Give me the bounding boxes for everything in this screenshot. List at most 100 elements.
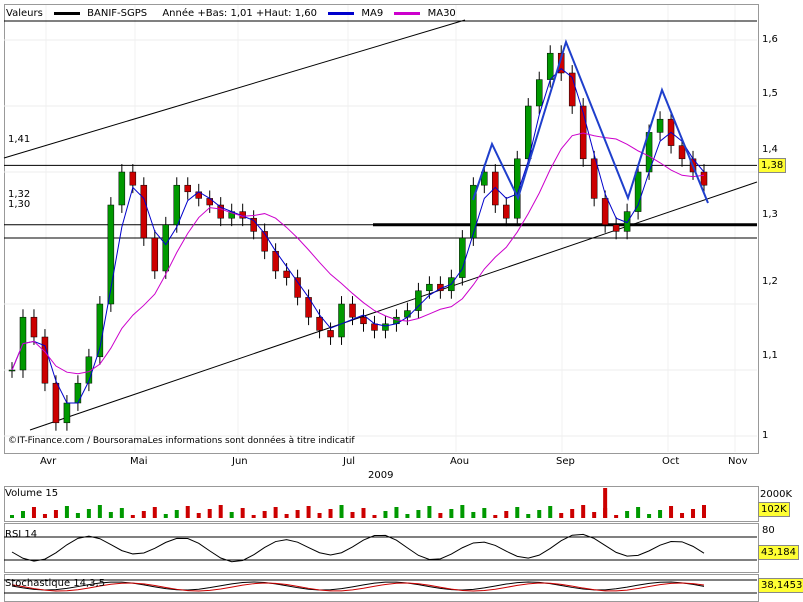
volume-bar — [262, 511, 267, 518]
watermark-text: ©IT-Finance.com / BoursoramaLes informat… — [8, 436, 355, 446]
volume-bar — [383, 511, 388, 518]
x-month-avr: Avr — [40, 456, 57, 467]
candle-body — [349, 303, 356, 318]
volume-tick-2000k: 2000K — [760, 489, 793, 500]
y-tick-1-3: 1,3 — [762, 209, 778, 220]
volume-bar — [273, 507, 278, 518]
candle-body — [41, 336, 49, 384]
legend-prefix: Valeurs — [6, 8, 43, 19]
candle-body — [700, 171, 708, 186]
volume-bar — [350, 512, 355, 518]
volume-bar — [691, 509, 696, 518]
candle-body — [52, 382, 60, 424]
volume-bar — [658, 510, 663, 518]
volume-bar — [152, 507, 157, 518]
candle-body — [30, 316, 38, 338]
volume-bar — [493, 515, 498, 518]
volume-bar — [163, 514, 168, 518]
volume-bar — [592, 512, 597, 518]
volume-bar — [42, 514, 47, 518]
volume-bar — [482, 508, 487, 518]
volume-bar — [669, 506, 674, 518]
volume-bar — [10, 515, 14, 518]
candle-body — [74, 382, 82, 404]
volume-bar — [20, 511, 25, 518]
candle-body — [8, 369, 16, 372]
volume-bar — [460, 505, 465, 518]
volume-bar — [317, 513, 322, 518]
volume-bar — [97, 505, 102, 518]
volume-bar — [603, 488, 608, 518]
x-year-label: 2009 — [368, 470, 394, 481]
candle-body — [184, 184, 191, 193]
volume-bar — [64, 506, 69, 518]
candle-body — [316, 316, 323, 331]
y-tick-1-5: 1,5 — [762, 88, 778, 99]
candle-body — [546, 52, 554, 80]
ma30-line — [11, 132, 705, 375]
rsi-last-badge: 43,184 — [758, 545, 799, 560]
volume-bar — [537, 510, 542, 518]
volume-last-badge: 102K — [758, 502, 790, 517]
chart-svg — [3, 5, 758, 594]
volume-bar — [174, 510, 179, 518]
legend-price-swatch — [53, 12, 80, 15]
volume-bar — [702, 505, 706, 518]
volume-bar — [438, 513, 443, 518]
volume-bar — [108, 512, 113, 518]
y-tick-1-4: 1,4 — [762, 144, 778, 155]
volume-bar — [295, 510, 300, 518]
volume-bar — [416, 510, 421, 518]
volume-bar — [570, 509, 575, 518]
legend-ma30: MA30 — [427, 8, 456, 19]
volume-bar — [119, 508, 124, 518]
volume-bar — [284, 514, 289, 518]
stochastic-label: Stochastique 14,3,5 — [5, 578, 106, 589]
volume-bar — [328, 509, 333, 518]
volume-bar — [548, 506, 553, 518]
volume-bar — [229, 512, 234, 518]
volume-bar — [405, 514, 410, 518]
volume-bar — [647, 514, 652, 518]
candle-body — [404, 310, 411, 318]
candle-body — [327, 330, 334, 338]
volume-bar — [504, 511, 509, 518]
candle-body — [151, 237, 159, 272]
candle-body — [426, 283, 433, 292]
candle-body — [206, 198, 213, 206]
volume-bar — [394, 507, 399, 518]
x-month-nov: Nov — [728, 456, 748, 467]
candle-body — [360, 316, 367, 325]
upper-channel-line — [3, 19, 466, 159]
y-tick-1-6: 1,6 — [762, 34, 778, 45]
volume-bar — [636, 507, 641, 518]
volume-bar — [471, 512, 476, 518]
volume-bar — [130, 515, 135, 518]
x-month-jul: Jul — [343, 456, 356, 467]
volume-bar — [559, 513, 564, 518]
volume-bar — [185, 506, 190, 518]
candle-body — [371, 323, 378, 331]
chart-stage: Valeurs BANIF-SGPS Année +Bas: 1,01 +Hau… — [0, 0, 803, 602]
x-month-mai: Mai — [130, 456, 148, 467]
volume-bar — [526, 514, 531, 518]
volume-bar — [581, 505, 586, 518]
last-price-badge: 1,38 — [758, 158, 787, 173]
level-label-1-30: 1,30 — [8, 199, 31, 210]
volume-bar — [427, 506, 432, 518]
volume-bar — [207, 509, 212, 518]
volume-bar — [372, 515, 377, 518]
x-month-aou: Aou — [450, 456, 470, 467]
y-tick-1-2: 1,2 — [762, 276, 778, 287]
candle-body — [162, 224, 170, 272]
legend-security: BANIF-SGPS — [87, 8, 148, 19]
legend-ma30-swatch — [394, 12, 421, 15]
candle-body — [338, 303, 345, 338]
volume-bar — [141, 511, 146, 518]
candle-body — [656, 118, 664, 133]
legend-ma9: MA9 — [361, 8, 384, 19]
candle-body — [294, 277, 301, 298]
y-tick-1-1: 1,1 — [762, 350, 778, 361]
volume-bar — [625, 511, 630, 518]
chart-legend: Valeurs BANIF-SGPS Année +Bas: 1,01 +Hau… — [6, 8, 456, 20]
